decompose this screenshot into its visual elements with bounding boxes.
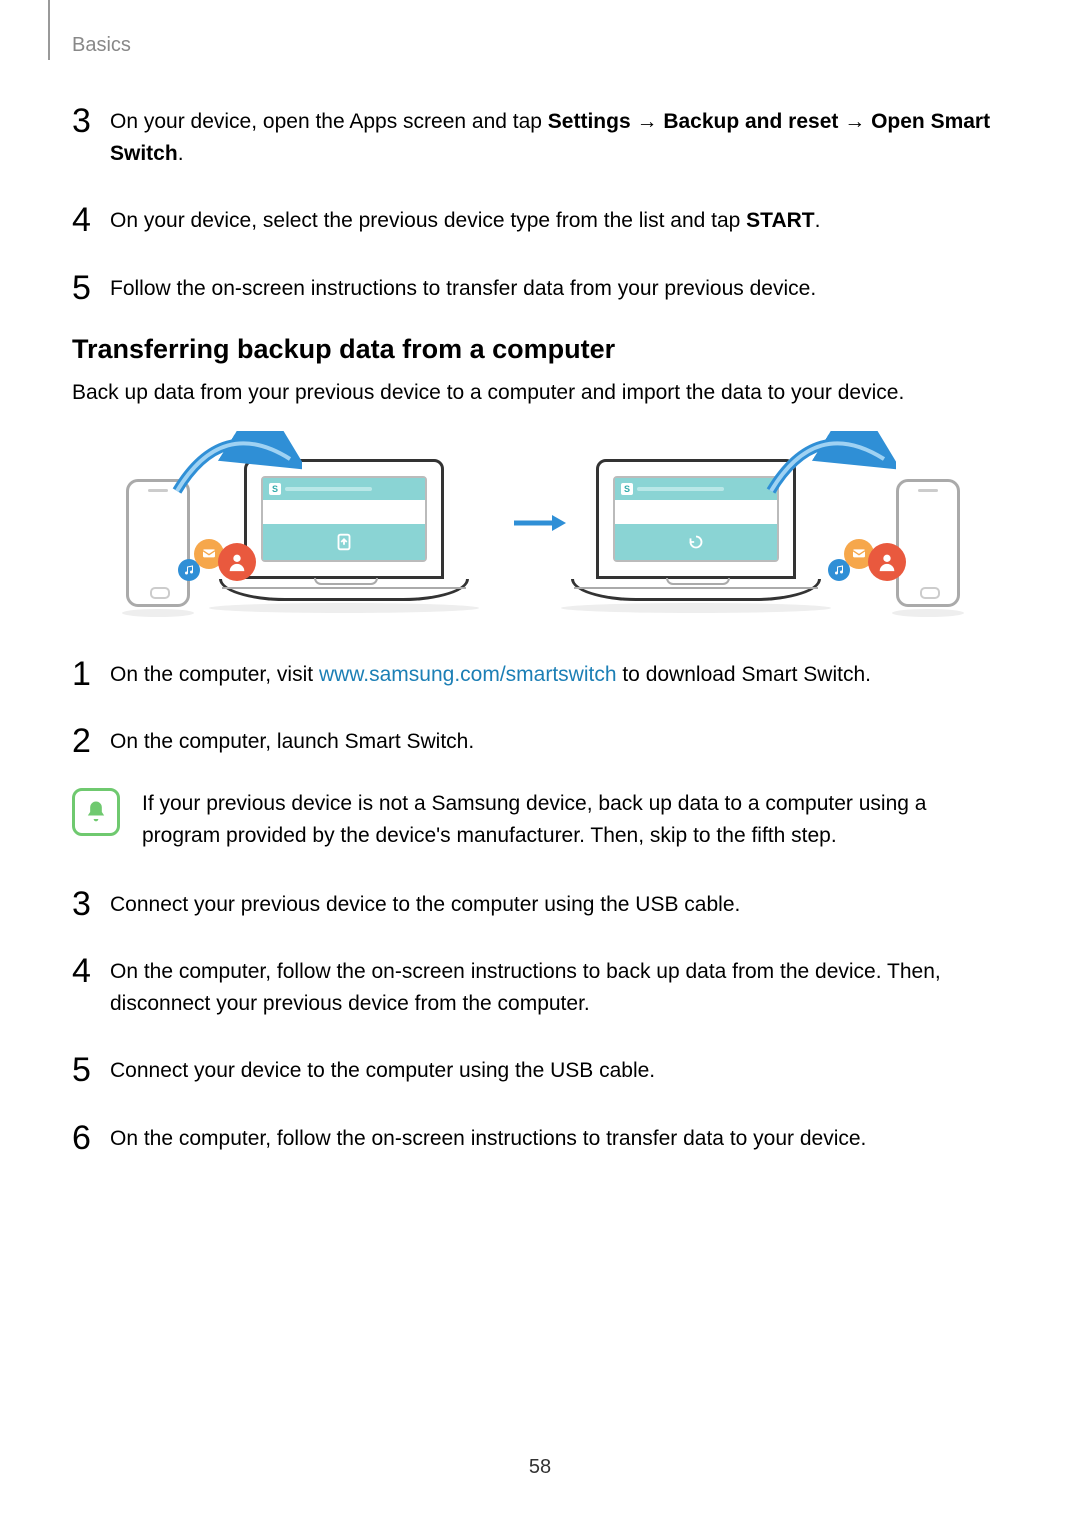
data-icons-cluster xyxy=(178,543,256,581)
phone-shadow xyxy=(892,609,964,617)
step-b-6: 6 On the computer, follow the on-screen … xyxy=(72,1117,1008,1155)
header-divider xyxy=(48,0,50,60)
curved-arrow-icon xyxy=(162,431,302,501)
step-number: 2 xyxy=(72,724,110,758)
contact-icon xyxy=(218,543,256,581)
step-number: 5 xyxy=(72,1053,110,1087)
step-text: On the computer, follow the on-screen in… xyxy=(110,1123,1008,1155)
bold-backup-reset: Backup and reset xyxy=(663,110,838,133)
text-fragment: On the computer, visit xyxy=(110,663,319,686)
step-number: 3 xyxy=(72,887,110,921)
smartswitch-link[interactable]: www.samsung.com/smartswitch xyxy=(319,663,617,686)
phone-shadow xyxy=(122,609,194,617)
note-text: If your previous device is not a Samsung… xyxy=(142,788,1008,853)
curved-arrow-icon xyxy=(756,431,896,501)
section-description: Back up data from your previous device t… xyxy=(72,377,1008,409)
upload-to-device-icon xyxy=(333,531,355,553)
step-text: Follow the on-screen instructions to tra… xyxy=(110,273,1008,305)
step-a-4: 4 On your device, select the previous de… xyxy=(72,199,1008,237)
illustration-row: S xyxy=(72,433,1008,613)
text-fragment: . xyxy=(178,142,184,165)
step-number: 5 xyxy=(72,271,110,305)
text-fragment: On your device, open the Apps screen and… xyxy=(110,110,548,133)
right-arrow-icon xyxy=(512,513,568,533)
step-number: 3 xyxy=(72,104,110,138)
text-fragment: . xyxy=(815,209,821,232)
restore-icon xyxy=(685,531,707,553)
bold-settings: Settings xyxy=(548,110,631,133)
step-text: On the computer, visit www.samsung.com/s… xyxy=(110,659,1008,691)
arrow: → xyxy=(631,110,664,133)
step-a-3: 3 On your device, open the Apps screen a… xyxy=(72,100,1008,169)
arrow: → xyxy=(838,110,871,133)
step-b-3: 3 Connect your previous device to the co… xyxy=(72,883,1008,921)
step-text: On the computer, launch Smart Switch. xyxy=(110,726,1008,758)
contact-icon xyxy=(868,543,906,581)
text-fragment: On your device, select the previous devi… xyxy=(110,209,746,232)
step-b-1: 1 On the computer, visit www.samsung.com… xyxy=(72,653,1008,691)
illustration-laptop-to-phone: S xyxy=(586,433,966,613)
step-b-5: 5 Connect your device to the computer us… xyxy=(72,1049,1008,1087)
bold-start: START xyxy=(746,209,814,232)
note-bell-icon xyxy=(72,788,120,836)
step-number: 6 xyxy=(72,1121,110,1155)
page-number: 58 xyxy=(0,1456,1080,1479)
step-number: 4 xyxy=(72,954,110,988)
data-icons-cluster xyxy=(828,543,906,581)
step-b-4: 4 On the computer, follow the on-screen … xyxy=(72,950,1008,1019)
step-b-2: 2 On the computer, launch Smart Switch. xyxy=(72,720,1008,758)
step-text: Connect your device to the computer usin… xyxy=(110,1055,1008,1087)
step-text: On your device, open the Apps screen and… xyxy=(110,106,1008,169)
step-text: Connect your previous device to the comp… xyxy=(110,889,1008,921)
illustration-phone-to-laptop: S xyxy=(114,433,494,613)
breadcrumb: Basics xyxy=(72,34,131,57)
step-text: On your device, select the previous devi… xyxy=(110,205,1008,237)
section-heading: Transferring backup data from a computer xyxy=(72,334,1008,365)
step-a-5: 5 Follow the on-screen instructions to t… xyxy=(72,267,1008,305)
step-number: 1 xyxy=(72,657,110,691)
note-block: If your previous device is not a Samsung… xyxy=(72,788,1008,853)
step-text: On the computer, follow the on-screen in… xyxy=(110,956,1008,1019)
text-fragment: to download Smart Switch. xyxy=(617,663,871,686)
page-content: 3 On your device, open the Apps screen a… xyxy=(72,100,1008,1184)
step-number: 4 xyxy=(72,203,110,237)
